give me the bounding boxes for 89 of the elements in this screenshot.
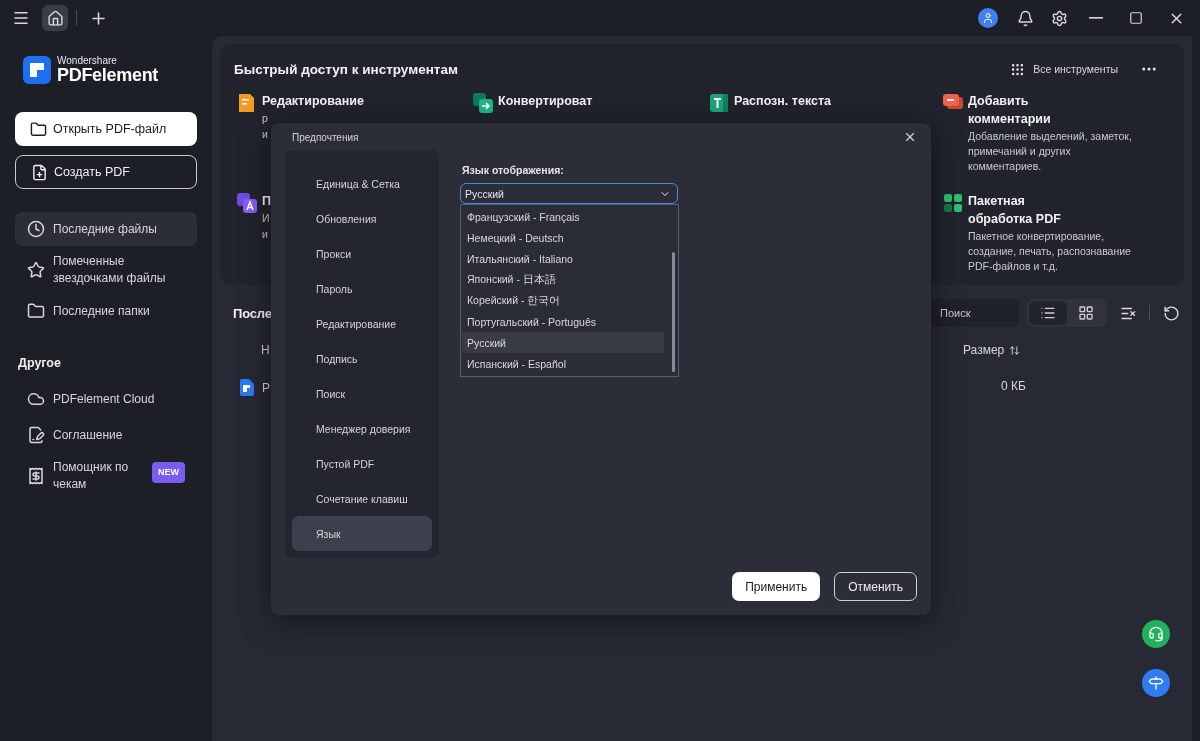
search-field[interactable]: Поиск (931, 299, 1019, 327)
tool-description: р (262, 111, 268, 126)
language-option[interactable]: Испанский - Español (462, 353, 664, 374)
close-button[interactable] (903, 130, 917, 144)
language-option[interactable]: Итальянский - Italiano (462, 248, 664, 269)
settings-nav-item[interactable]: Язык (292, 516, 432, 551)
language-option[interactable]: Японский - 日本語 (462, 269, 664, 290)
folder-icon (27, 302, 45, 320)
avatar-button[interactable] (978, 8, 998, 28)
clock-icon (27, 220, 45, 238)
receipt-icon (27, 467, 45, 485)
pdf-file-icon (240, 379, 254, 396)
menu-icon (12, 9, 30, 27)
file-plus-icon (31, 163, 48, 181)
text-recognition-icon (708, 92, 730, 114)
batch-icon (942, 192, 964, 214)
settings-nav-item[interactable]: Менеджер доверия (292, 411, 432, 446)
grid-icon (1078, 305, 1094, 321)
support-button[interactable] (1142, 620, 1170, 648)
folder-icon (30, 120, 47, 138)
column-header[interactable]: Размер (963, 343, 1184, 357)
bell-icon (1016, 9, 1034, 27)
user-icon (982, 12, 994, 24)
tool-title[interactable]: Добавить комментарии (968, 92, 1088, 128)
sidebar-item[interactable]: Помеченные звездочками файлы (15, 248, 197, 292)
new-badge: NEW (152, 462, 185, 483)
section-heading: После (233, 305, 272, 321)
cancel-button[interactable]: Отменить (834, 572, 917, 601)
settings-nav-item[interactable]: Подпись (292, 341, 432, 376)
tool-description: И (262, 211, 270, 226)
sidebar-item[interactable]: Последние файлы (15, 212, 197, 246)
tool-title[interactable]: Конвертироват (498, 92, 618, 110)
list-view-button[interactable] (1029, 301, 1067, 325)
document-signature-icon (27, 426, 45, 444)
refresh-icon (1162, 304, 1180, 322)
file-name[interactable]: Р (262, 380, 270, 395)
section-title: Другое (18, 356, 62, 370)
sidebar-item[interactable]: PDFelement Cloud (15, 382, 197, 416)
brand-name: Wondershare (57, 56, 118, 66)
language-option[interactable]: Корейский - 한국어 (462, 290, 664, 311)
home-icon (46, 9, 64, 27)
convert-icon (472, 92, 494, 114)
list-icon (1040, 305, 1056, 321)
minimize-icon (1089, 17, 1103, 19)
tool-description: Добавление выделений, заметок, примечаний и других комментариев. (968, 129, 1133, 174)
close-icon (903, 130, 917, 144)
file-size: 0 КБ (1000, 379, 1027, 395)
grid-dots-icon (1010, 61, 1026, 77)
all-tools-link[interactable]: Все инструменты (1033, 63, 1118, 75)
settings-nav-item[interactable]: Прокси (292, 236, 432, 271)
sidebar-item[interactable]: Помощник по чекам NEW (15, 454, 197, 498)
signpost-button[interactable] (1142, 669, 1170, 697)
tool-title[interactable]: Пакетная обработка PDF (968, 192, 1088, 228)
language-option[interactable]: Французский - Français (462, 206, 664, 227)
translate-icon (236, 192, 258, 214)
section-heading: Быстрый доступ к инструментам (234, 61, 458, 77)
settings-nav-item[interactable]: Поиск (292, 376, 432, 411)
tool-description: Пакетное конвертирование, создание, печать, распознавание PDF-файлов и т.д. (968, 229, 1132, 274)
language-option[interactable]: Португальский - Português (462, 311, 664, 332)
tool-description: и (262, 127, 268, 142)
signpost-icon (1148, 675, 1164, 691)
language-option[interactable]: Немецкий - Deutsch (462, 227, 664, 248)
settings-nav-item[interactable]: Пустой PDF (292, 446, 432, 481)
open-file-button[interactable]: Открыть PDF-файл (15, 112, 197, 146)
maximize-icon (1129, 11, 1143, 25)
tool-title[interactable]: Редактирование (262, 92, 382, 110)
create-pdf-button[interactable]: Создать PDF (15, 155, 197, 189)
scrollbar-thumb[interactable] (672, 252, 675, 372)
apply-button[interactable]: Применить (732, 572, 821, 601)
headset-icon (1148, 626, 1164, 642)
settings-nav-item[interactable]: Сочетание клавиш (292, 481, 432, 516)
sidebar-item[interactable]: Последние папки (15, 294, 197, 328)
tool-description: и (262, 227, 268, 242)
tool-title[interactable]: Распозн. текста (734, 92, 854, 110)
star-icon (27, 261, 45, 279)
settings-icon (1050, 9, 1068, 27)
logo-icon (23, 56, 51, 84)
settings-nav-item[interactable]: Обновления (292, 201, 432, 236)
product-name: PDFelement (57, 66, 159, 84)
language-select[interactable]: Русский (460, 183, 678, 204)
sidebar-item[interactable]: Соглашение (15, 418, 197, 452)
settings-nav-item[interactable]: Единица & Сетка (292, 166, 432, 201)
field-label: Язык отображения: (462, 164, 565, 176)
settings-nav-item[interactable]: Пароль (292, 271, 432, 306)
language-option[interactable]: Русский (462, 332, 664, 353)
home-tab[interactable] (42, 5, 68, 31)
settings-nav-item[interactable]: Редактирование (292, 306, 432, 341)
dialog-title: Предпочтения (292, 131, 359, 143)
cloud-icon (27, 390, 45, 408)
